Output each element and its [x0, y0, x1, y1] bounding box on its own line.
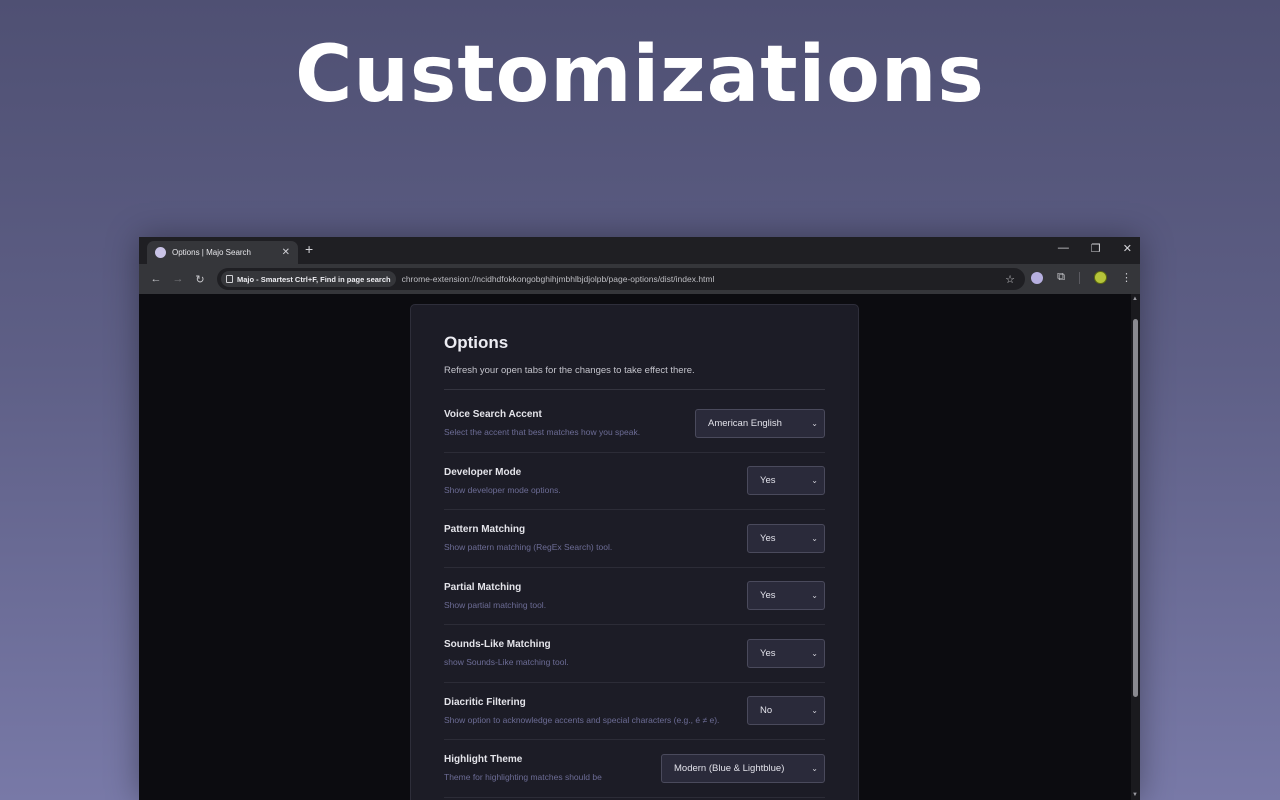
- tab-bar: Options | Majo Search ✕ + — ❐ ✕: [139, 237, 1140, 264]
- option-label: Sounds-Like Matching: [444, 639, 551, 651]
- option-row-partial-matching: Partial Matching Show partial matching t…: [444, 568, 825, 625]
- option-label: Voice Search Accent: [444, 409, 542, 421]
- chevron-down-icon: ⌄: [811, 591, 818, 601]
- option-description: show Sounds-Like matching tool.: [444, 657, 569, 668]
- page-viewport: Options Refresh your open tabs for the c…: [139, 294, 1140, 800]
- tab-options[interactable]: Options | Majo Search ✕: [147, 241, 298, 264]
- profile-avatar[interactable]: [1094, 271, 1107, 284]
- option-row-voice-search-accent: Voice Search Accent Select the accent th…: [444, 395, 825, 453]
- majo-favicon-icon: [155, 247, 166, 258]
- pattern-matching-select[interactable]: Yes ⌄: [747, 523, 825, 553]
- site-chip-label: Majo - Smartest Ctrl+F, Find in page sea…: [237, 274, 391, 284]
- options-card: Options Refresh your open tabs for the c…: [410, 304, 859, 800]
- bookmark-star-icon[interactable]: ☆: [1005, 273, 1015, 286]
- partial-matching-select[interactable]: Yes ⌄: [747, 581, 825, 611]
- close-window-icon[interactable]: ✕: [1123, 242, 1132, 255]
- option-description: Show developer mode options.: [444, 484, 561, 495]
- highlight-theme-select[interactable]: Modern (Blue & Lightblue) ⌄: [661, 753, 825, 783]
- select-value: Modern (Blue & Lightblue): [674, 762, 785, 774]
- select-value: Yes: [760, 532, 776, 544]
- voice-accent-select[interactable]: American English ⌄: [695, 408, 825, 438]
- tab-title: Options | Majo Search: [172, 248, 252, 257]
- option-label: Pattern Matching: [444, 524, 526, 536]
- restore-icon[interactable]: ❐: [1091, 242, 1101, 255]
- option-description: Select the accent that best matches how …: [444, 427, 641, 438]
- back-icon[interactable]: ←: [145, 273, 167, 285]
- sounds-like-select[interactable]: Yes ⌄: [747, 638, 825, 668]
- option-description: Theme for highlighting matches should be: [444, 772, 602, 783]
- scrollbar-thumb[interactable]: [1133, 319, 1138, 697]
- chevron-down-icon: ⌄: [811, 476, 818, 486]
- select-value: Yes: [760, 590, 776, 602]
- tab-close-icon[interactable]: ✕: [282, 247, 290, 258]
- divider: [444, 389, 825, 390]
- diacritic-filtering-select[interactable]: No ⌄: [747, 696, 825, 726]
- option-description: Show option to acknowledge accents and s…: [444, 714, 720, 725]
- browser-menu-icon[interactable]: ⋮: [1121, 271, 1132, 284]
- browser-window: Options | Majo Search ✕ + — ❐ ✕ ← → ↻ Ma…: [139, 237, 1140, 800]
- address-bar[interactable]: Majo - Smartest Ctrl+F, Find in page sea…: [217, 268, 1025, 290]
- scroll-down-icon[interactable]: ▼: [1132, 792, 1138, 798]
- option-description: Show partial matching tool.: [444, 599, 547, 610]
- page-title: Options: [444, 333, 509, 352]
- chevron-down-icon: ⌄: [811, 418, 818, 428]
- option-row-sounds-like-matching: Sounds-Like Matching show Sounds-Like ma…: [444, 625, 825, 683]
- page-scrollbar[interactable]: ▲ ▼: [1131, 294, 1140, 800]
- chevron-down-icon: ⌄: [811, 533, 818, 543]
- chevron-down-icon: ⌄: [811, 706, 818, 716]
- select-value: No: [760, 705, 773, 717]
- chevron-down-icon: ⌄: [811, 763, 818, 773]
- option-label: Diacritic Filtering: [444, 696, 526, 708]
- browser-toolbar: ← → ↻ Majo - Smartest Ctrl+F, Find in pa…: [139, 264, 1140, 294]
- toolbar-actions: ⧉ ⋮: [1031, 271, 1132, 284]
- option-row-diacritic-filtering: Diacritic Filtering Show option to ackno…: [444, 683, 825, 740]
- select-value: Yes: [760, 475, 776, 487]
- toolbar-separator: [1079, 271, 1080, 284]
- hero-title: Customizations: [295, 30, 985, 120]
- reload-icon[interactable]: ↻: [189, 273, 211, 286]
- options-list: Voice Search Accent Select the accent th…: [444, 395, 825, 798]
- developer-mode-select[interactable]: Yes ⌄: [747, 466, 825, 496]
- majo-extension-icon[interactable]: [1031, 271, 1044, 284]
- page-subtitle: Refresh your open tabs for the changes t…: [444, 365, 695, 376]
- option-row-highlight-theme: Highlight Theme Theme for highlighting m…: [444, 740, 825, 798]
- chevron-down-icon: ⌄: [811, 648, 818, 658]
- minimize-icon[interactable]: —: [1058, 242, 1069, 255]
- select-value: American English: [708, 417, 782, 429]
- option-label: Highlight Theme: [444, 754, 523, 766]
- url-text[interactable]: chrome-extension://ncidhdfokkongobghihjm…: [402, 274, 1006, 284]
- option-row-developer-mode: Developer Mode Show developer mode optio…: [444, 453, 825, 510]
- option-label: Developer Mode: [444, 466, 522, 478]
- option-row-pattern-matching: Pattern Matching Show pattern matching (…: [444, 510, 825, 568]
- scroll-up-icon[interactable]: ▲: [1132, 296, 1138, 302]
- extensions-puzzle-icon[interactable]: ⧉: [1057, 271, 1065, 284]
- select-value: Yes: [760, 647, 776, 659]
- option-label: Partial Matching: [444, 581, 522, 593]
- page-icon: [226, 275, 233, 283]
- new-tab-button[interactable]: +: [305, 241, 313, 257]
- window-controls: — ❐ ✕: [1058, 242, 1132, 255]
- option-description: Show pattern matching (RegEx Search) too…: [444, 542, 613, 553]
- forward-icon[interactable]: →: [167, 273, 189, 285]
- site-info-chip[interactable]: Majo - Smartest Ctrl+F, Find in page sea…: [221, 271, 396, 287]
